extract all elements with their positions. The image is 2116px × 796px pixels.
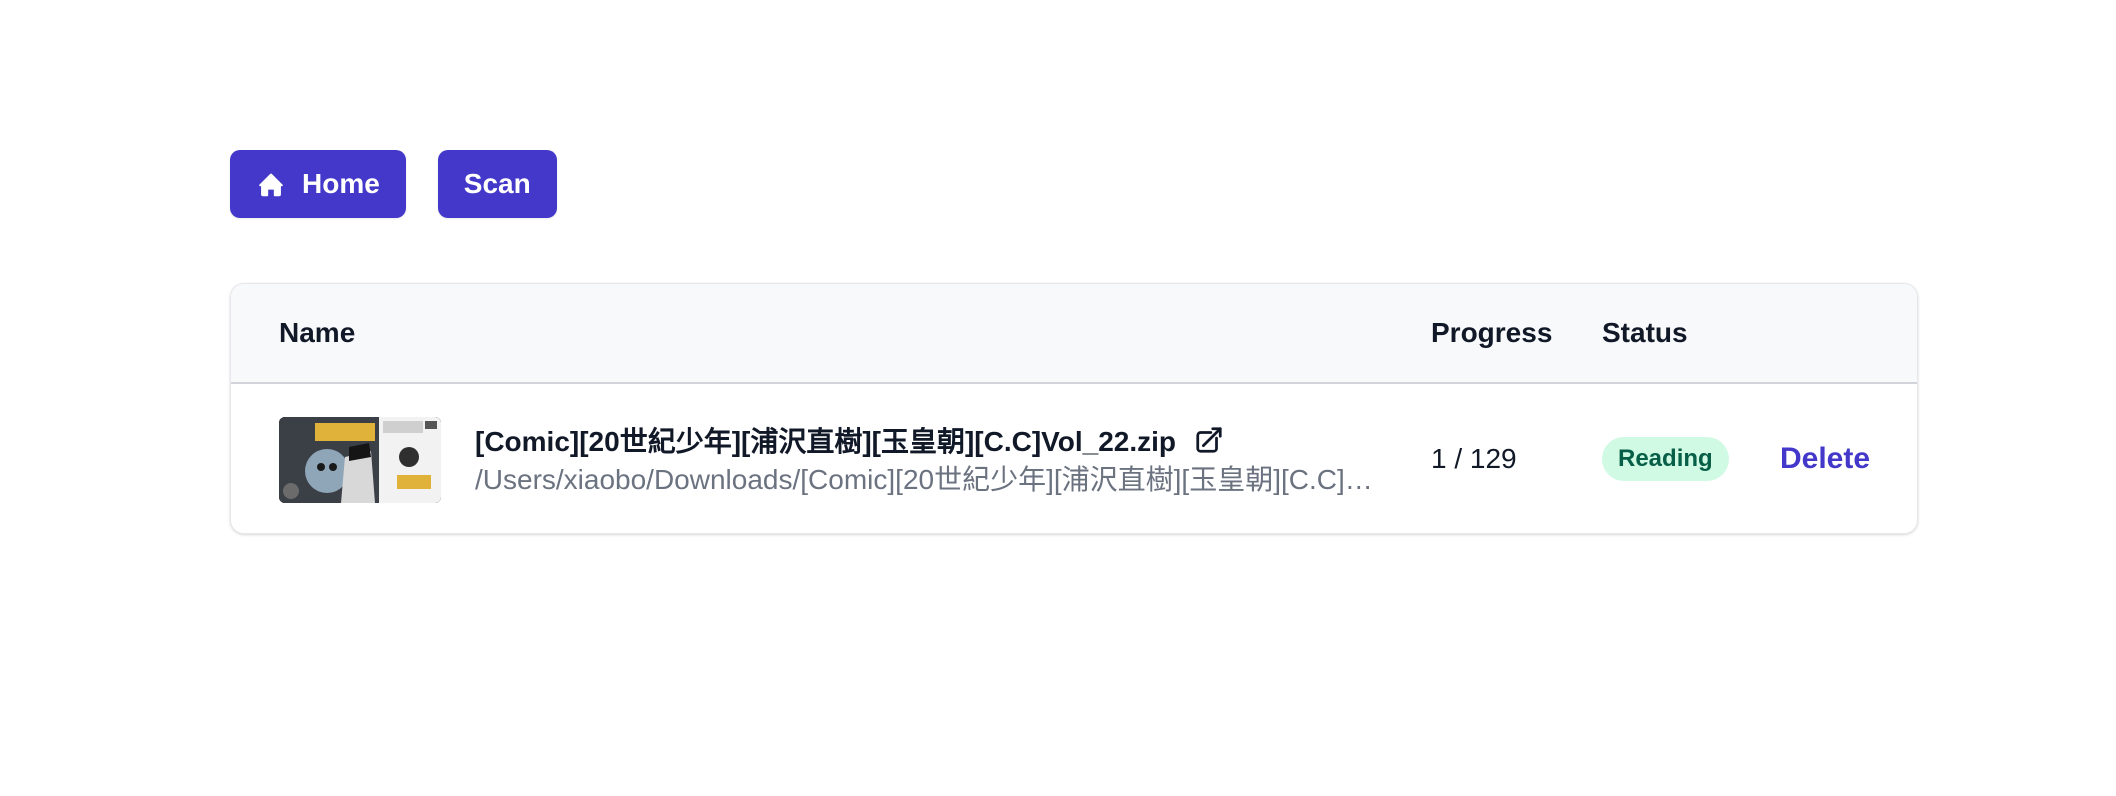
- column-header-status: Status: [1602, 317, 1688, 348]
- status-badge: Reading: [1602, 436, 1729, 481]
- delete-link[interactable]: Delete: [1780, 442, 1870, 476]
- table-header: Name Progress Status: [231, 284, 1917, 384]
- scan-button[interactable]: Scan: [437, 150, 557, 218]
- toolbar: Home Scan: [230, 150, 557, 218]
- delete-cell: Delete: [1780, 384, 1870, 533]
- status-cell: Reading: [1602, 384, 1729, 533]
- comic-file-path: /Users/xiaobo/Downloads/[Comic][20世紀少年][…: [475, 464, 1387, 495]
- home-button-label: Home: [302, 168, 380, 199]
- column-header-name: Name: [279, 317, 356, 348]
- scan-button-label: Scan: [463, 168, 531, 199]
- table-row: [Comic][20世紀少年][浦沢直樹][玉皇朝][C.C]Vol_22.zi…: [231, 384, 1917, 533]
- comic-title: [Comic][20世紀少年][浦沢直樹][玉皇朝][C.C]Vol_22.zi…: [475, 426, 1177, 457]
- home-icon: [256, 169, 286, 199]
- comic-title-line: [Comic][20世紀少年][浦沢直樹][玉皇朝][C.C]Vol_22.zi…: [475, 420, 1395, 460]
- name-cell: [Comic][20世紀少年][浦沢直樹][玉皇朝][C.C]Vol_22.zi…: [475, 420, 1395, 500]
- progress-cell: 1 / 129: [1431, 442, 1517, 474]
- comic-cover-thumbnail[interactable]: [279, 417, 441, 503]
- home-button[interactable]: Home: [230, 150, 406, 218]
- column-header-progress: Progress: [1431, 317, 1553, 348]
- library-table: Name Progress Status [Comic][20世紀少年][浦沢直…: [230, 283, 1918, 534]
- external-link-icon[interactable]: [1194, 425, 1224, 455]
